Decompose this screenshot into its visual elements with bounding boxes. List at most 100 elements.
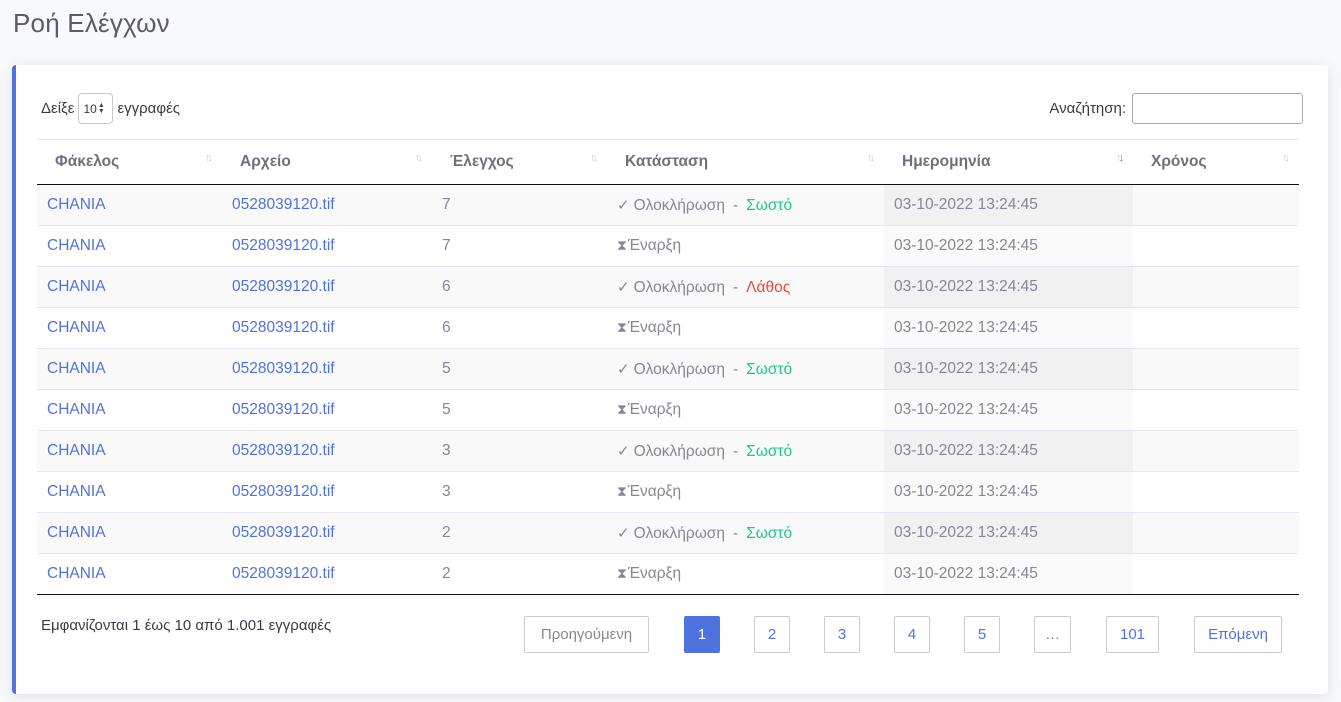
column-header[interactable]: Φάκελος ↑↓: [37, 139, 222, 185]
date-cell: 03-10-2022 13:24:45: [884, 348, 1133, 390]
folder-link[interactable]: CHANIA: [47, 237, 106, 254]
column-header-label: Φάκελος: [55, 153, 120, 170]
check-cell: 5: [432, 348, 607, 390]
file-link[interactable]: 0528039120.tif: [232, 237, 335, 254]
status-cell: ⧗Έναρξη: [607, 471, 884, 513]
table-row: CHANIA 0528039120.tif 7 ⧗Έναρξη 03-10-2022 1…: [37, 225, 1299, 267]
folder-link[interactable]: CHANIA: [47, 401, 106, 418]
sort-icon: ↑↓: [205, 152, 213, 164]
status-cell: ⧗Έναρξη: [607, 225, 884, 267]
status-separator: -: [733, 442, 739, 460]
file-link[interactable]: 0528039120.tif: [232, 360, 335, 377]
search-label: Αναζήτηση:: [1049, 100, 1126, 117]
page-length-prefix: Δείξε: [41, 100, 75, 117]
table-row: CHANIA 0528039120.tif 5 ✓ Ολοκλήρωση - Σωστό 03…: [37, 348, 1299, 390]
page-length-select[interactable]: 10 ▲ ▼: [78, 93, 114, 124]
sort-icon: ↑↓: [1116, 152, 1124, 164]
check-cell: 2: [432, 553, 607, 595]
sort-icon: ↑↓: [590, 152, 598, 164]
table-row: CHANIA 0528039120.tif 7 ✓ Ολοκλήρωση - Σωστό 03…: [37, 184, 1299, 226]
table-row: CHANIA 0528039120.tif 6 ⧗Έναρξη 03-10-2022 1…: [37, 307, 1299, 349]
sort-icon: ↑↓: [1282, 152, 1290, 164]
folder-link[interactable]: CHANIA: [47, 278, 106, 295]
status-cell: ✓ Ολοκλήρωση - Σωστό: [607, 512, 884, 554]
hourglass-icon: ⧗: [617, 483, 627, 499]
folder-cell: CHANIA: [37, 307, 222, 349]
folder-link[interactable]: CHANIA: [47, 442, 106, 459]
file-cell: 0528039120.tif: [222, 184, 432, 226]
time-cell: [1133, 307, 1299, 349]
column-header[interactable]: Αρχείο ↑↓: [222, 139, 432, 185]
column-header[interactable]: Έλεγχος ↑↓: [432, 139, 607, 185]
date-cell: 03-10-2022 13:24:45: [884, 553, 1133, 595]
check-cell: 3: [432, 430, 607, 472]
check-icon: ✓: [617, 360, 630, 378]
page-length-suffix: εγγραφές: [117, 100, 180, 117]
page-button-2[interactable]: 2: [754, 616, 790, 653]
page-button-101[interactable]: 101: [1106, 616, 1159, 653]
check-icon: ✓: [617, 442, 630, 460]
hourglass-icon: ⧗: [617, 565, 627, 581]
folder-link[interactable]: CHANIA: [47, 565, 106, 582]
file-cell: 0528039120.tif: [222, 266, 432, 308]
status-cell: ✓ Ολοκλήρωση - Σωστό: [607, 184, 884, 226]
file-link[interactable]: 0528039120.tif: [232, 524, 335, 541]
table-body: CHANIA 0528039120.tif 7 ✓ Ολοκλήρωση - Σωστό 03…: [37, 184, 1299, 595]
hourglass-icon: ⧗: [617, 401, 627, 417]
page-button-4[interactable]: 4: [894, 616, 930, 653]
folder-link[interactable]: CHANIA: [47, 196, 106, 213]
check-cell: 5: [432, 389, 607, 431]
check-icon: ✓: [617, 524, 630, 542]
search-input[interactable]: [1132, 93, 1303, 124]
page-button-3[interactable]: 3: [824, 616, 860, 653]
date-cell: 03-10-2022 13:24:45: [884, 389, 1133, 431]
table-header-row: Φάκελος ↑↓ Αρχείο ↑↓ Έλεγχος ↑↓ Κατάσταση ↑↓ Ημε…: [37, 139, 1299, 185]
folder-cell: CHANIA: [37, 430, 222, 472]
folder-link[interactable]: CHANIA: [47, 360, 106, 377]
check-icon: ✓: [617, 278, 630, 296]
column-header-label: Αρχείο: [240, 153, 291, 170]
column-header[interactable]: Κατάσταση ↑↓: [607, 139, 884, 185]
folder-link[interactable]: CHANIA: [47, 483, 106, 500]
table-info: Εμφανίζονται 1 έως 10 από 1.001 εγγραφές: [41, 617, 332, 634]
status-cell: ✓ Ολοκλήρωση - Σωστό: [607, 430, 884, 472]
folder-cell: CHANIA: [37, 471, 222, 513]
folder-link[interactable]: CHANIA: [47, 524, 106, 541]
file-link[interactable]: 0528039120.tif: [232, 483, 335, 500]
page-button-1[interactable]: 1: [684, 616, 720, 653]
status-cell: ⧗Έναρξη: [607, 389, 884, 431]
folder-cell: CHANIA: [37, 266, 222, 308]
page-ellipsis: …: [1034, 616, 1071, 653]
file-link[interactable]: 0528039120.tif: [232, 401, 335, 418]
folder-link[interactable]: CHANIA: [47, 319, 106, 336]
table-row: CHANIA 0528039120.tif 2 ✓ Ολοκλήρωση - Σωστό 03…: [37, 512, 1299, 554]
file-link[interactable]: 0528039120.tif: [232, 442, 335, 459]
folder-cell: CHANIA: [37, 512, 222, 554]
page-length-control: Δείξε 10 ▲ ▼ εγγραφές: [41, 93, 180, 124]
file-link[interactable]: 0528039120.tif: [232, 196, 335, 213]
date-cell: 03-10-2022 13:24:45: [884, 430, 1133, 472]
next-page-button[interactable]: Επόμενη: [1194, 616, 1282, 653]
column-header[interactable]: Ημερομηνία ↑↓: [884, 139, 1133, 185]
file-link[interactable]: 0528039120.tif: [232, 319, 335, 336]
updown-icon: ▲ ▼: [97, 101, 105, 115]
file-cell: 0528039120.tif: [222, 348, 432, 390]
checks-table: Φάκελος ↑↓ Αρχείο ↑↓ Έλεγχος ↑↓ Κατάσταση ↑↓ Ημε…: [37, 139, 1299, 595]
check-cell: 6: [432, 266, 607, 308]
folder-cell: CHANIA: [37, 553, 222, 595]
time-cell: [1133, 266, 1299, 308]
previous-page-button[interactable]: Προηγούμενη: [524, 616, 649, 653]
page-button-5[interactable]: 5: [964, 616, 1000, 653]
status-separator: -: [733, 278, 739, 296]
file-link[interactable]: 0528039120.tif: [232, 565, 335, 582]
status-text: Ολοκλήρωση: [633, 196, 725, 214]
status-cell: ⧗Έναρξη: [607, 553, 884, 595]
time-cell: [1133, 184, 1299, 226]
status-text: Έναρξη: [627, 401, 682, 418]
check-cell: 7: [432, 184, 607, 226]
file-cell: 0528039120.tif: [222, 430, 432, 472]
file-link[interactable]: 0528039120.tif: [232, 278, 335, 295]
result-text: Λάθος: [746, 278, 791, 296]
column-header-label: Κατάσταση: [625, 153, 709, 170]
column-header[interactable]: Χρόνος ↑↓: [1133, 139, 1299, 185]
